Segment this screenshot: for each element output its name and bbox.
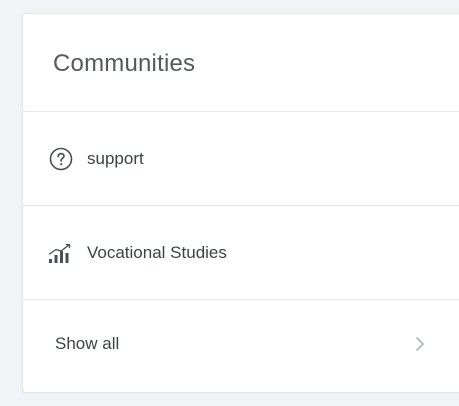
signal-bars-icon xyxy=(47,239,75,267)
question-circle-icon xyxy=(47,145,75,173)
communities-title: Communities xyxy=(53,49,196,77)
community-item-support[interactable]: support xyxy=(23,112,459,206)
show-all-label: Show all xyxy=(55,334,120,353)
community-item-vocational-studies[interactable]: Vocational Studies xyxy=(23,206,459,300)
chevron-right-icon xyxy=(413,334,427,354)
show-all-link[interactable]: Show all xyxy=(23,300,459,388)
community-item-label: Vocational Studies xyxy=(87,242,227,262)
communities-card: Communities support Vocational Studies S… xyxy=(22,13,459,393)
communities-header: Communities xyxy=(23,14,459,112)
community-item-label: support xyxy=(87,148,144,168)
